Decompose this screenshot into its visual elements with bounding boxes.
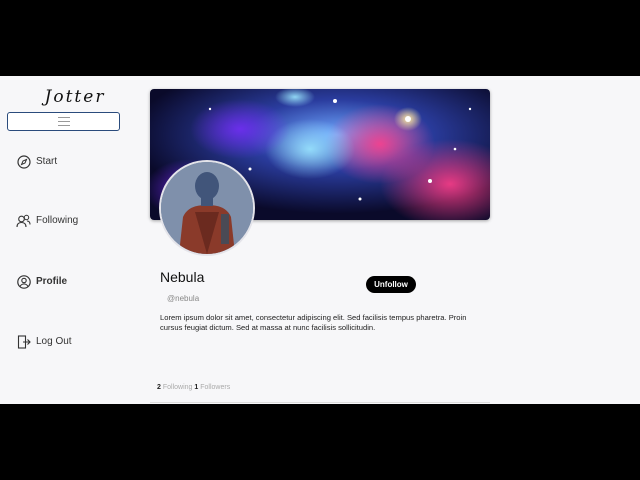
following-count: 2 xyxy=(157,384,161,391)
follow-stats: 2 Following 1 Followers xyxy=(157,384,230,391)
app-logo: Jotter xyxy=(44,87,106,107)
app-window: Jotter Start Following Profile Log Out N… xyxy=(0,76,640,404)
divider xyxy=(150,402,490,403)
sidebar-item-label: Following xyxy=(36,215,79,226)
sidebar: Jotter Start Following Profile Log Out xyxy=(0,76,140,404)
unfollow-button[interactable]: Unfollow xyxy=(366,276,416,293)
profile-name: Nebula xyxy=(160,269,205,285)
sidebar-item-logout[interactable]: Log Out xyxy=(16,334,72,349)
sidebar-item-label: Start xyxy=(36,156,58,167)
user-circle-icon xyxy=(16,274,31,289)
followers-count: 1 xyxy=(194,384,199,391)
hamburger-icon xyxy=(57,117,70,126)
followers-link[interactable]: Followers xyxy=(200,384,230,391)
profile-main: Nebula @nebula Unfollow Lorem ipsum dolo… xyxy=(150,76,490,404)
sidebar-item-label: Log Out xyxy=(36,336,72,347)
sidebar-item-label: Profile xyxy=(36,276,68,287)
profile-handle: @nebula xyxy=(167,294,200,303)
avatar[interactable] xyxy=(159,160,255,256)
sidebar-item-profile[interactable]: Profile xyxy=(16,274,67,289)
users-icon xyxy=(16,213,31,228)
compass-icon xyxy=(16,154,31,169)
sidebar-item-start[interactable]: Start xyxy=(16,154,57,169)
avatar-portrait-graphic xyxy=(161,162,253,254)
logout-icon xyxy=(16,334,31,349)
profile-bio: Lorem ipsum dolor sit amet, consectetur … xyxy=(160,313,467,332)
following-link[interactable]: Following xyxy=(163,384,193,391)
sidebar-item-following[interactable]: Following xyxy=(16,213,78,228)
menu-toggle-button[interactable] xyxy=(7,112,120,131)
